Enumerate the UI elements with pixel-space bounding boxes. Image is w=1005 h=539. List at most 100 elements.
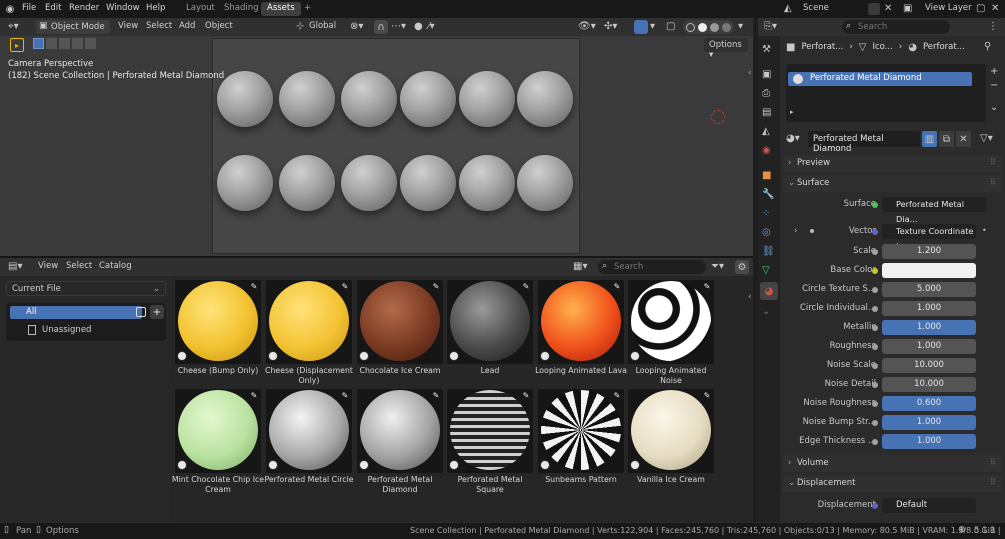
asset-tile[interactable]: ✎ Perforated Metal Diamond [357,389,443,497]
drag-handle-icon[interactable]: ⠿ [990,175,996,192]
property-value-field[interactable]: 0.600 [882,396,976,411]
tab-assets[interactable]: Assets [261,2,301,16]
select-invert-icon[interactable] [72,38,83,49]
edit-asset-icon[interactable]: ✎ [431,282,441,292]
vector-input-field[interactable]: Texture Coordinate | ... [882,224,976,251]
asset-menu-view[interactable]: View [38,261,58,271]
mode-selector[interactable]: ▣ Object Mode [36,20,110,34]
constraints-tab-icon[interactable]: ⛓ [762,246,775,257]
viewport-menu-select[interactable]: Select [146,21,172,31]
proportional-edit-icon[interactable]: ● [414,21,423,32]
edit-asset-icon[interactable]: ✎ [612,282,622,292]
tool-tab-icon[interactable]: ⚒ [762,44,771,55]
browse-material-icon[interactable]: ◕▾ [786,133,800,144]
asset-tile[interactable]: ✎ Lead [447,280,533,388]
view-layer-tab-icon[interactable]: ▤ [762,107,771,118]
duplicate-material-icon[interactable]: ⧉ [939,131,954,147]
property-value-field[interactable]: 5.000 [882,282,976,297]
settings-gear-icon[interactable]: ⚙ [735,260,749,274]
expand-icon[interactable]: ▸ [790,108,794,116]
drag-handle-icon[interactable]: ⠿ [990,475,996,492]
display-mode-icon[interactable]: ▦▾ [573,261,587,272]
select-tool-icon[interactable]: ▸ [10,38,24,52]
asset-tile[interactable]: ✎ Looping Animated Lava [535,280,627,388]
property-value-field[interactable]: 1.000 [882,434,976,449]
new-scene-icon[interactable] [868,3,880,15]
physics-tab-icon[interactable]: ◎ [762,227,771,238]
drag-handle-icon[interactable]: ⠿ [990,155,996,172]
editor-type-icon[interactable]: ⌖▾ [8,21,19,32]
overlays-dropdown-icon[interactable]: ▾ [650,21,655,32]
properties-search-input[interactable]: ⌕ Search [842,20,950,34]
property-value-field[interactable]: 1.000 [882,415,976,430]
asset-tile[interactable]: ✎ Cheese (Displacement Only) [265,280,353,388]
wireframe-shading-icon[interactable] [686,22,695,32]
menu-help[interactable]: Help [146,3,165,13]
catalog-item-all[interactable]: All [10,306,142,319]
edit-asset-icon[interactable]: ✎ [521,282,531,292]
asset-tile[interactable]: ✎ Chocolate Ice Cream [357,280,443,388]
pin-icon[interactable]: ⚲ [984,41,991,52]
gizmo-icon[interactable]: ✣▾ [604,21,617,32]
overlays-icon[interactable] [634,20,648,34]
scroll-arrow-icon[interactable]: ‹ [748,292,752,302]
menu-file[interactable]: File [22,3,36,13]
menu-edit[interactable]: Edit [45,3,61,13]
asset-tile[interactable]: ✎ Mint Chocolate Chip Ice Cream [172,389,264,497]
solid-shading-icon[interactable] [698,22,707,32]
visibility-icon[interactable]: 👁▾ [578,21,596,32]
material-link-icon[interactable]: ▽▾ [980,133,993,144]
pin-icon[interactable]: ⋮ [988,21,998,32]
output-tab-icon[interactable]: ⎙ [762,88,770,99]
catalog-options-icon[interactable] [136,307,146,317]
new-view-layer-icon[interactable]: ▢ [976,3,985,14]
modifier-tab-icon[interactable]: 🔧 [762,189,774,200]
world-tab-icon[interactable]: ◉ [762,145,771,156]
scene-tab-icon[interactable]: ◭ [762,126,770,137]
slot-specials-icon[interactable]: ⌄ [990,102,998,113]
section-volume[interactable]: › Volume ⠿ [783,455,1002,472]
view-layer-selector[interactable]: View Layer [925,3,972,13]
snap-icon[interactable]: ∩ [374,20,388,34]
add-slot-icon[interactable]: + [990,66,998,77]
asset-tile[interactable]: ✎ Looping Animated Noise [628,280,714,388]
edit-asset-icon[interactable]: ✎ [702,282,712,292]
pivot-point-icon[interactable]: ⊗▾ [350,21,363,32]
material-slot-item[interactable]: Perforated Metal Diamond [788,72,972,86]
section-surface[interactable]: ⌄ Surface ⠿ [783,175,1002,192]
data-tab-icon[interactable]: ▽ [762,265,770,276]
asset-tile[interactable]: ✎ Perforated Metal Circle [264,389,354,497]
asset-menu-catalog[interactable]: Catalog [99,261,132,271]
property-value-field[interactable] [882,263,976,278]
shading-options-icon[interactable]: ▾ [738,21,743,32]
select-extend-icon[interactable] [46,38,57,49]
viewport-menu-add[interactable]: Add [179,21,195,31]
edit-asset-icon[interactable]: ✎ [702,391,712,401]
edit-asset-icon[interactable]: ✎ [249,282,259,292]
property-value-field[interactable]: 1.200 [882,244,976,259]
property-value-field[interactable]: 10.000 [882,377,976,392]
library-selector[interactable]: Current File ⌄ [6,281,166,296]
menu-window[interactable]: Window [106,3,140,13]
asset-tile[interactable]: ✎ Vanilla Ice Cream [628,389,714,497]
asset-tile[interactable]: ✎ Cheese (Bump Only) [175,280,261,388]
tab-shading[interactable]: Shading [218,2,265,16]
unlink-material-icon[interactable]: ✕ [956,131,971,147]
section-preview[interactable]: › Preview ⠿ [783,155,1002,172]
select-new-icon[interactable] [33,38,44,49]
blender-logo-icon[interactable]: ◉ [4,3,16,15]
catalog-item-unassigned[interactable]: Unassigned [42,325,91,335]
light-icon[interactable] [711,110,725,124]
render-tab-icon[interactable]: ▣ [762,69,771,80]
add-workspace-button[interactable]: + [298,2,317,16]
options-button[interactable]: Options ▾ [704,38,748,60]
material-tab-icon[interactable]: ◕ [760,282,778,300]
asset-tile[interactable]: ✎ Perforated Metal Square [447,389,533,497]
more-icon[interactable]: • [982,226,987,235]
property-value-field[interactable]: 1.000 [882,320,976,335]
edit-asset-icon[interactable]: ✎ [521,391,531,401]
asset-menu-select[interactable]: Select [66,261,92,271]
drag-handle-icon[interactable]: ⠿ [990,455,996,472]
property-value-field[interactable]: 1.000 [882,301,976,316]
3d-viewport[interactable]: ▸ Camera Perspective (182) Scene Collect… [0,36,753,256]
